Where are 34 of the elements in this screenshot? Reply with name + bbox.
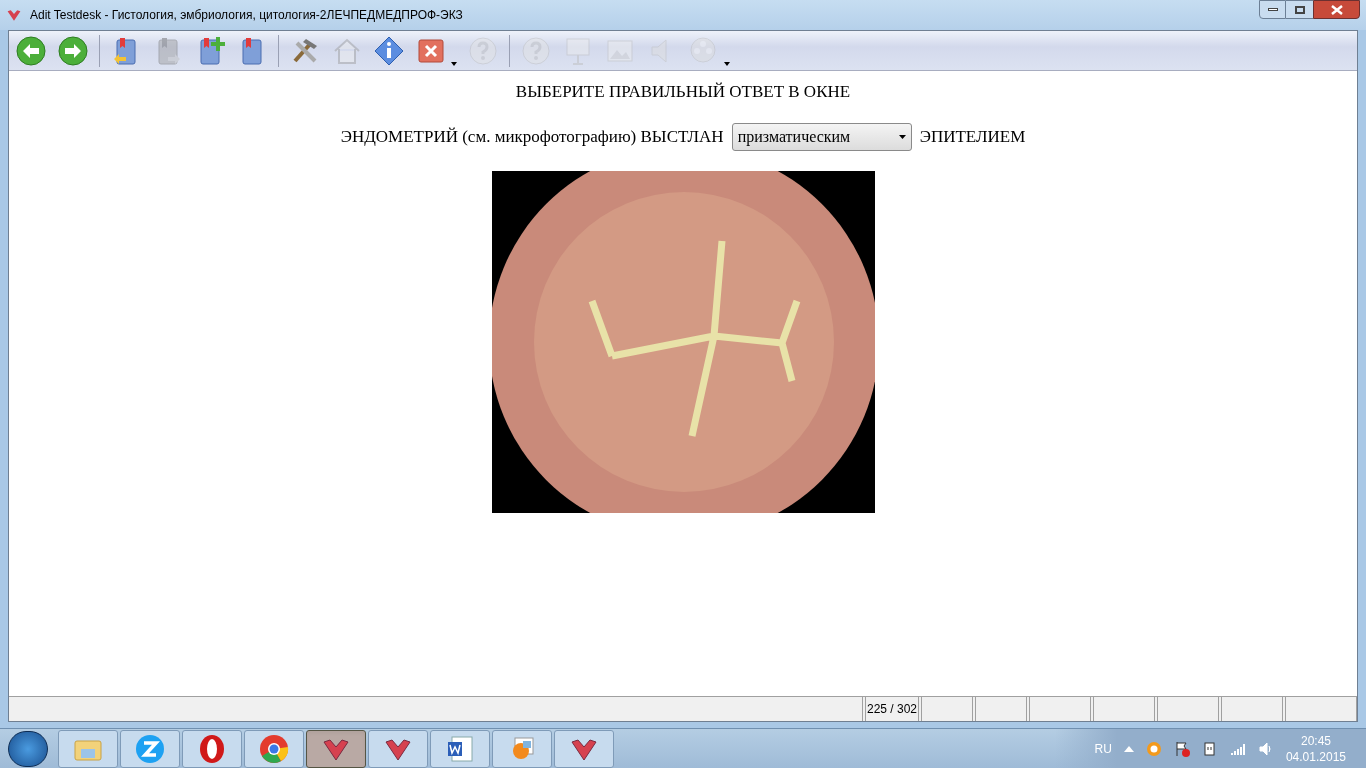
app-logo-icon [6,7,22,23]
caret-icon[interactable] [451,62,457,66]
info-icon[interactable] [373,34,405,67]
flag-icon[interactable] [1173,740,1190,757]
ring-icon[interactable] [1145,740,1162,757]
window-title: Adit Testdesk - Гистология, эмбриология, цитология-2ЛЕЧПЕДМЕДПРОФ-ЭКЗ [30,7,463,24]
taskbar-button[interactable] [430,729,490,768]
start-button[interactable] [8,730,48,767]
show-hidden-icons-icon[interactable] [1123,745,1134,752]
taskbar-button[interactable] [554,729,614,768]
taskbar-button[interactable] [244,729,304,768]
caret-icon [898,134,906,139]
taskbar-button[interactable] [368,729,428,768]
document-w-icon [445,733,475,764]
language-indicator[interactable]: RU [1094,739,1112,758]
clock[interactable]: 20:45 04.01.2015 [1285,732,1346,765]
question-counter: 225 / 302 [865,697,919,721]
taskbar-button[interactable] [120,729,180,768]
maximize-button[interactable] [1286,0,1313,19]
close-icon [1330,4,1343,15]
question-text: ЭНДОМЕТРИЙ (см. микрофотографию) ВЫСТЛАН [340,125,724,148]
speaker-icon[interactable] [1257,740,1274,757]
letter-z-icon [135,733,165,764]
taskbar-button[interactable] [182,729,242,768]
taskbar-button[interactable] [306,729,366,768]
letter-o-icon [197,733,227,764]
browser-ball-icon [259,733,289,764]
instruction-text: ВЫБЕРИТЕ ПРАВИЛЬНЫЙ ОТВЕТ В ОКНЕ [515,81,851,103]
minimize-button[interactable] [1259,0,1286,19]
answer-dropdown[interactable]: призматическим [731,122,912,151]
caret-icon[interactable] [724,62,730,66]
taskbar-button[interactable] [492,729,552,768]
question-text: ЭПИТЕЛИЕМ [919,125,1026,148]
close-button[interactable] [1313,0,1360,19]
